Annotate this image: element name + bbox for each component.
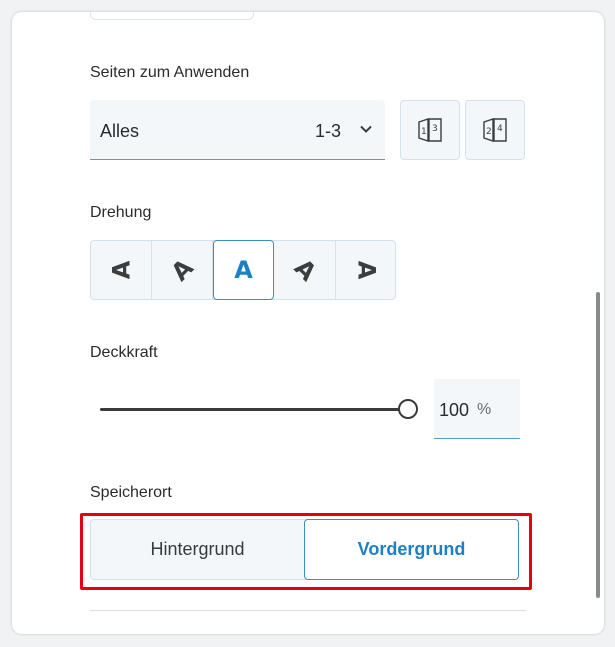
odd-pages-button[interactable]: 1 3 <box>400 100 460 160</box>
opacity-slider-track[interactable] <box>100 408 400 411</box>
even-pages-icon: 2 4 <box>483 118 507 142</box>
rotate-left-45-icon: A <box>165 253 199 287</box>
opacity-unit: % <box>477 401 492 418</box>
rotate-0-button[interactable]: A <box>213 240 274 300</box>
highlight-box <box>80 513 532 590</box>
rotate-right-45-icon: A <box>288 253 322 287</box>
pages-range: 1-3 <box>314 121 341 141</box>
rotation-label: Drehung <box>90 204 152 221</box>
chevron-down-icon <box>360 125 372 133</box>
opacity-value: 100 <box>439 400 470 420</box>
opacity-input[interactable]: 100 % <box>434 379 520 439</box>
rotate-right-45-button[interactable]: A <box>275 241 336 299</box>
svg-text:2: 2 <box>486 127 492 137</box>
rotation-options: A A A A A <box>90 240 396 300</box>
rotate-left-90-icon: A <box>106 260 135 280</box>
pages-select-value: Alles <box>100 121 140 141</box>
odd-pages-icon: 1 3 <box>418 118 442 142</box>
rotate-right-90-button[interactable]: A <box>336 241 397 299</box>
pages-label: Seiten zum Anwenden <box>90 64 250 81</box>
pages-select[interactable]: Alles 1-3 <box>90 100 385 160</box>
opacity-slider-handle[interactable] <box>398 399 418 419</box>
location-label: Speicherort <box>90 484 172 501</box>
section-divider <box>90 610 526 611</box>
rotate-right-90-icon: A <box>352 260 381 280</box>
rotate-0-icon: A <box>234 256 253 284</box>
previous-control-stub[interactable] <box>90 12 254 20</box>
scrollbar[interactable] <box>596 292 600 598</box>
svg-text:3: 3 <box>432 124 438 134</box>
opacity-label: Deckkraft <box>90 344 158 361</box>
settings-panel: Seiten zum Anwenden Alles 1-3 1 3 2 4 Dr… <box>12 12 604 634</box>
svg-text:4: 4 <box>497 124 503 134</box>
even-pages-button[interactable]: 2 4 <box>465 100 525 160</box>
rotate-left-45-button[interactable]: A <box>152 241 213 299</box>
rotate-left-90-button[interactable]: A <box>91 241 152 299</box>
svg-text:1: 1 <box>421 127 427 137</box>
